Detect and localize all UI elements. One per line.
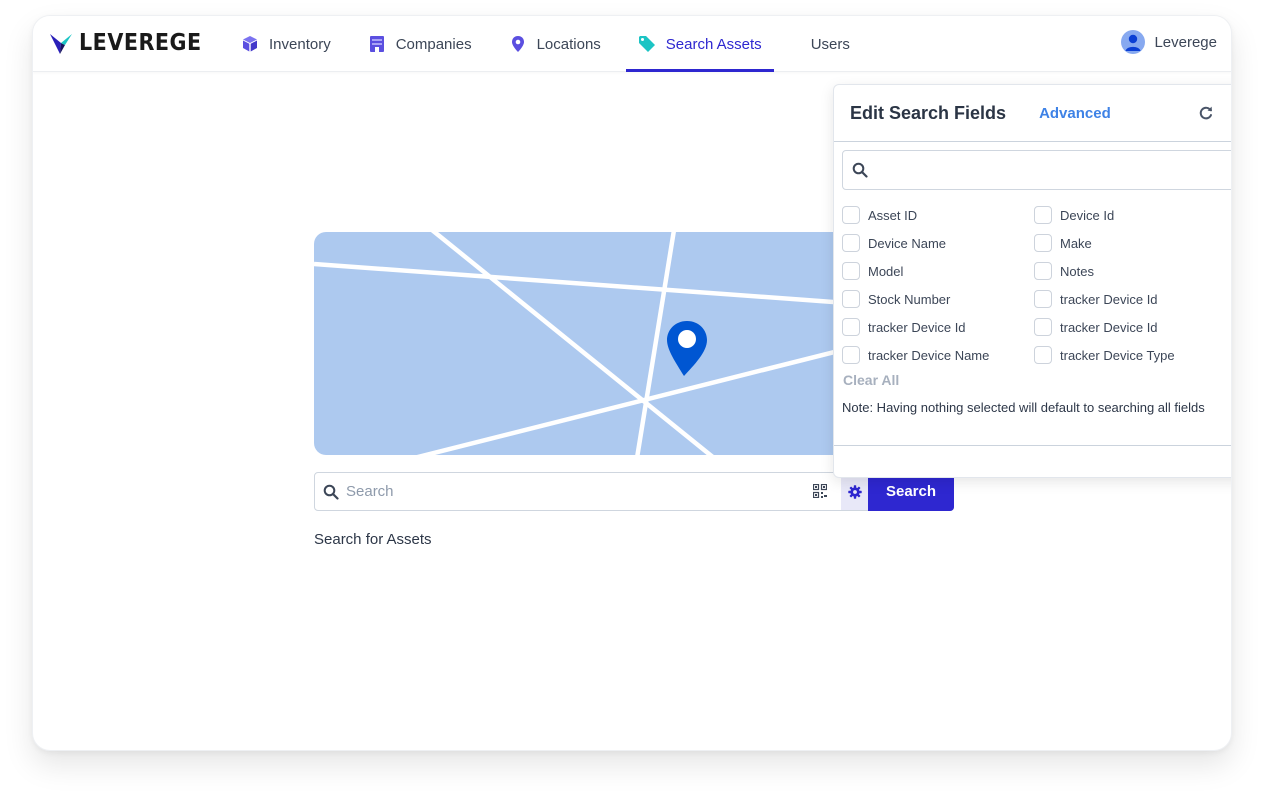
nav-item-companies[interactable]: Companies [356, 16, 484, 72]
field-device-id[interactable]: Device Id [1034, 206, 1226, 224]
gear-icon [847, 484, 862, 499]
checkbox[interactable] [842, 346, 860, 364]
search-icon [323, 484, 339, 500]
field-label: tracker Device Id [868, 319, 966, 335]
checkbox[interactable] [1034, 346, 1052, 364]
popover-footer [834, 445, 1231, 446]
nav-label: Users [810, 35, 850, 53]
app-window: LEVEREGE Inventory Companies Locations S… [32, 15, 1232, 751]
field-tracker-device-id[interactable]: tracker Device Id [842, 318, 1034, 336]
nav-label: Companies [395, 35, 472, 53]
field-asset-id[interactable]: Asset ID [842, 206, 1034, 224]
field-model[interactable]: Model [842, 262, 1034, 280]
map-pin-marker [667, 321, 707, 376]
avatar [1121, 30, 1146, 54]
checkbox[interactable] [842, 290, 860, 308]
search-settings-button[interactable] [841, 473, 868, 510]
checkbox[interactable] [842, 318, 860, 336]
edit-search-fields-popover: Edit Search Fields Advanced Asset ID Dev… [833, 84, 1231, 478]
map-illustration [314, 232, 874, 455]
field-label: Model [868, 263, 904, 279]
field-stock-number[interactable]: Stock Number [842, 290, 1034, 308]
clear-all-button[interactable]: Clear All [843, 372, 899, 388]
nav-item-inventory[interactable]: Inventory [229, 16, 343, 72]
logo[interactable]: LEVEREGE [49, 30, 202, 56]
field-label: tracker Device Id [1060, 319, 1158, 335]
logo-text: LEVEREGE [79, 30, 202, 56]
field-label: Notes [1060, 263, 1094, 279]
building-icon [368, 35, 386, 53]
field-tracker-device-id[interactable]: tracker Device Id [1034, 290, 1226, 308]
user-menu[interactable]: Leverege [1121, 30, 1217, 54]
field-tracker-device-id[interactable]: tracker Device Id [1034, 318, 1226, 336]
advanced-link[interactable]: Advanced [1039, 105, 1111, 122]
qr-code-icon[interactable] [813, 483, 829, 500]
refresh-icon[interactable] [1198, 105, 1214, 121]
field-make[interactable]: Make [1034, 234, 1226, 252]
field-label: Device Id [1060, 207, 1115, 223]
nav-item-search-assets[interactable]: Search Assets [625, 16, 774, 72]
field-label: Device Name [868, 235, 947, 251]
checkbox[interactable] [1034, 262, 1052, 280]
field-tracker-device-name[interactable]: tracker Device Name [842, 346, 1034, 364]
checkbox[interactable] [1034, 206, 1052, 224]
leverege-logo-icon [50, 34, 72, 54]
cube-icon [241, 35, 259, 53]
checkbox[interactable] [842, 206, 860, 224]
user-icon [1125, 34, 1141, 51]
top-navigation-bar: LEVEREGE Inventory Companies Locations S… [33, 16, 1231, 72]
field-label: Stock Number [868, 291, 951, 307]
map-roads [314, 232, 874, 455]
field-search-input[interactable] [876, 152, 1231, 188]
field-tracker-device-type[interactable]: tracker Device Type [1034, 346, 1226, 364]
nav-item-locations[interactable]: Locations [497, 16, 613, 72]
checkbox[interactable] [842, 262, 860, 280]
search-field-list: Asset ID Device Id Device Name Make Mode… [842, 206, 1231, 364]
search-icon [852, 162, 868, 178]
user-name: Leverege [1154, 33, 1217, 51]
main-nav: Inventory Companies Locations Search Ass… [229, 16, 875, 72]
field-label: Make [1060, 235, 1092, 251]
field-device-name[interactable]: Device Name [842, 234, 1034, 252]
popover-header: Edit Search Fields Advanced [834, 85, 1231, 142]
nav-item-users[interactable]: Users [799, 16, 862, 72]
map-pin-icon [509, 35, 527, 53]
field-label: Asset ID [868, 207, 918, 223]
checkbox[interactable] [842, 234, 860, 252]
popover-title: Edit Search Fields [850, 102, 1007, 123]
field-search-box [842, 150, 1231, 190]
field-label: tracker Device Name [868, 347, 990, 363]
field-label: tracker Device Id [1060, 291, 1158, 307]
field-notes[interactable]: Notes [1034, 262, 1226, 280]
tag-icon [638, 35, 656, 53]
checkbox[interactable] [1034, 234, 1052, 252]
default-search-note: Note: Having nothing selected will defau… [842, 400, 1205, 415]
nav-label: Search Assets [665, 35, 762, 53]
field-label: tracker Device Type [1060, 347, 1175, 363]
nav-label: Inventory [269, 35, 331, 53]
checkbox[interactable] [1034, 318, 1052, 336]
nav-label: Locations [536, 35, 601, 53]
search-hint: Search for Assets [314, 531, 432, 548]
checkbox[interactable] [1034, 290, 1052, 308]
asset-search-input[interactable] [346, 483, 813, 500]
